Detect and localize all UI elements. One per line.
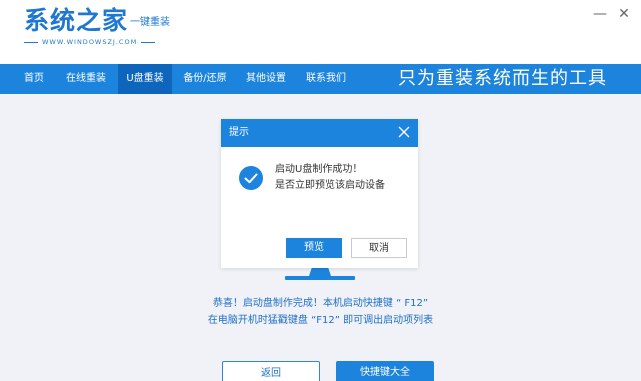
dialog-header: 提示 [221,119,418,147]
dialog-message-line1: 启动U盘制作成功！ [275,164,363,175]
nav-slogan: 只为重装系统而生的工具 [398,68,607,89]
close-window-button[interactable]: ✕ [616,6,632,22]
logo-url: WWW.WINDOWSZJ.COM [24,38,174,46]
logo-url-dash-left [24,41,38,43]
logo-url-text: WWW.WINDOWSZJ.COM [42,38,138,46]
success-message-line1: 恭喜！启动盘制作完成！本机启动快捷键 “ F12” [212,298,429,309]
success-message-line2: 在电脑开机时猛戳键盘 “F12” 即可调出启动项列表 [207,315,434,326]
nav-bar: 首页 在线重装 U盘重装 备份/还原 其他设置 联系我们 只为重装系统而生的工具 [0,64,641,94]
back-button[interactable]: 返回 [222,361,320,381]
preview-button[interactable]: 预览 [286,238,342,258]
nav-item-other-settings[interactable]: 其他设置 [238,64,294,94]
nav-item-usb-reinstall[interactable]: U盘重装 [118,64,172,94]
close-icon[interactable] [397,125,411,139]
cancel-button[interactable]: 取消 [351,238,407,258]
prompt-dialog: 提示 启动U盘制作成功！ 是否立即预览该启动设备 预览 取消 [221,119,418,268]
check-circle-icon [239,166,263,190]
monitor-stand-icon [285,267,355,280]
logo-title: 系统之家 [24,6,129,35]
nav-item-online-reinstall[interactable]: 在线重装 [58,64,114,94]
dialog-message-line2: 是否立即预览该启动设备 [275,180,385,191]
dialog-title: 提示 [229,127,249,138]
hotkey-list-button[interactable]: 快捷键大全 [336,361,434,381]
nav-item-backup-restore[interactable]: 备份/还原 [176,64,234,94]
minimize-button[interactable]: — [592,6,608,22]
app-header: 系统之家 一键重装 WWW.WINDOWSZJ.COM — ✕ [0,0,641,64]
logo-tagline: 一键重装 [130,17,170,28]
logo-url-dash-right [141,41,156,43]
nav-item-contact-us[interactable]: 联系我们 [298,64,354,94]
nav-item-home[interactable]: 首页 [14,64,54,94]
